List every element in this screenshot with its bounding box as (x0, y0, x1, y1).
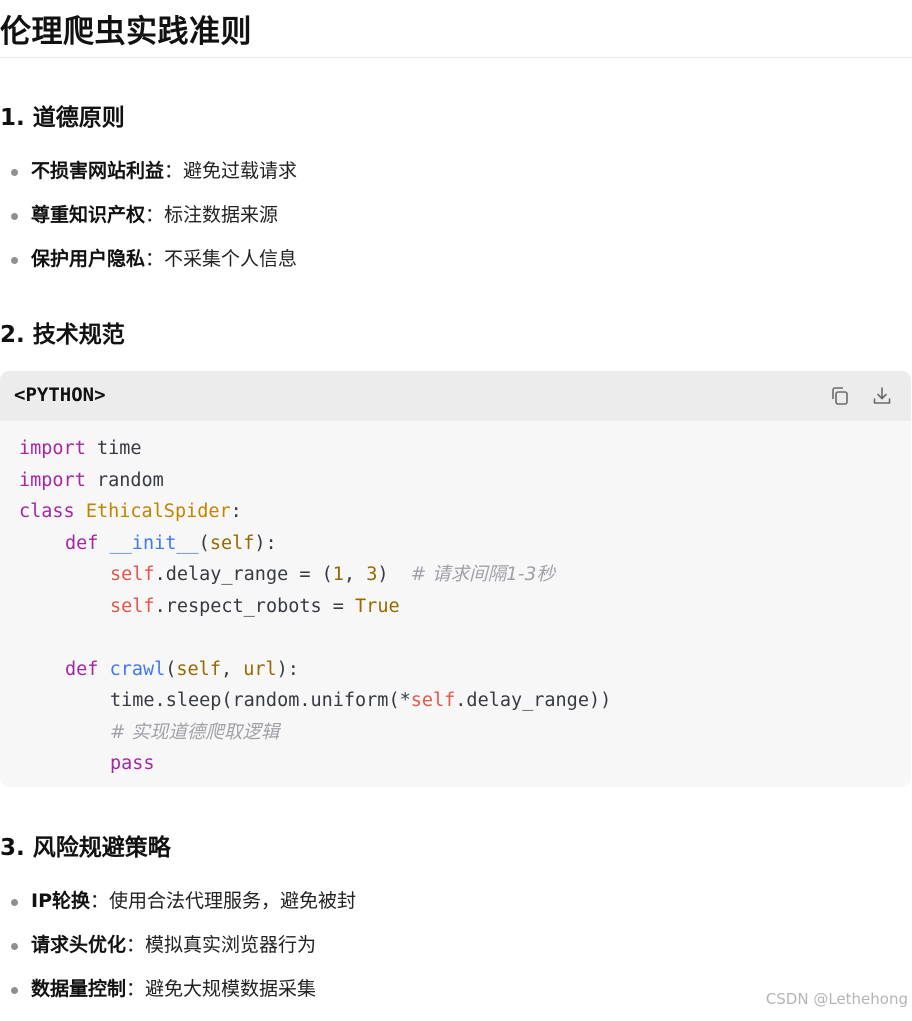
bullet-dot (11, 169, 18, 176)
code-line: import time (19, 433, 611, 465)
bullet-desc: ：避免过载请求 (164, 160, 298, 182)
code-token-keyword: pass (110, 753, 155, 774)
code-token-keyword: import (19, 469, 86, 491)
code-token-punct: ): (254, 532, 277, 554)
list-item: 数据量控制：避免大规模数据采集 (0, 977, 356, 1021)
bullet-term: 请求头优化 (31, 934, 127, 956)
code-token-function: __init__ (109, 532, 199, 554)
code-token-comment: # 请求间隔1-3秒 (410, 564, 555, 585)
code-token-plain: .delay_range)) (455, 690, 612, 711)
list-item: 不损害网站利益：避免过载请求 (0, 159, 297, 203)
code-token-keyword: def (65, 658, 99, 680)
list-item: 保护用户隐私：不采集个人信息 (0, 247, 297, 291)
bullet-desc: ：模拟真实浏览器行为 (126, 934, 317, 956)
title-divider (0, 57, 912, 58)
list-item: 尊重知识产权：标注数据来源 (0, 203, 297, 247)
code-line: self.delay_range = (1, 3) # 请求间隔1-3秒 (19, 559, 611, 591)
code-body: import time import random class EthicalSpi… (19, 433, 611, 780)
section-heading-risk: 3. 风险规避策略 (0, 835, 171, 861)
code-token-keyword: import (19, 438, 86, 459)
code-token-punct: ( (198, 532, 210, 554)
code-token-plain: time.sleep(random.uniform(* (110, 690, 411, 711)
bullet-dot (11, 213, 18, 220)
bullet-term: 数据量控制 (31, 978, 127, 1000)
code-token-self: self (110, 564, 155, 585)
code-line: def crawl(self, url): (19, 654, 611, 686)
list-item: IP轮换：使用合法代理服务，避免被封 (0, 889, 356, 933)
list-item: 请求头优化：模拟真实浏览器行为 (0, 933, 356, 977)
code-token-number: 1 (332, 564, 344, 585)
bullet-dot (11, 899, 18, 906)
page-title: 伦理爬虫实践准则 (0, 14, 252, 50)
code-header: <PYTHON> (0, 371, 911, 421)
code-token-punct: : (230, 501, 242, 522)
code-line: # 实现道德爬取逻辑 (19, 717, 611, 749)
code-token-self: self (410, 690, 456, 711)
bullet-dot (11, 257, 18, 264)
watermark: CSDN @Lethehong (765, 990, 908, 1008)
bullet-desc: ：不采集个人信息 (145, 248, 298, 270)
code-token-self: self (110, 595, 155, 617)
section-heading-ethics: 1. 道德原则 (0, 105, 125, 131)
section-heading-tech: 2. 技术规范 (0, 322, 125, 348)
copy-icon[interactable] (829, 385, 851, 407)
bullet-dot (11, 987, 18, 994)
code-token-param: self (209, 532, 255, 554)
code-token-punct: , (343, 564, 367, 585)
code-token-plain: .respect_robots = (154, 595, 356, 617)
bullet-term: 尊重知识产权 (31, 204, 146, 226)
code-token-punct: ): (276, 658, 299, 680)
code-token-boolean: True (355, 595, 400, 617)
code-line: pass (19, 748, 611, 780)
code-token-function: crawl (109, 658, 166, 680)
bullet-desc: ：避免大规模数据采集 (126, 978, 317, 1000)
code-token-param: self (176, 658, 221, 680)
code-token-number: 3 (366, 564, 378, 585)
code-line: class EthicalSpider: (19, 496, 611, 528)
code-line: time.sleep(random.uniform(*self.delay_ra… (19, 685, 611, 717)
code-language-label: <PYTHON> (14, 384, 106, 406)
ethics-list: 不损害网站利益：避免过载请求 尊重知识产权：标注数据来源 保护用户隐私：不采集个… (0, 159, 297, 291)
code-token-keyword: class (19, 501, 75, 522)
code-token-comment: # 实现道德爬取逻辑 (110, 721, 280, 743)
bullet-desc: ：使用合法代理服务，避免被封 (90, 890, 357, 912)
bullet-term: IP轮换 (31, 890, 90, 912)
code-token-plain: .delay_range = ( (154, 564, 333, 585)
code-line: self.respect_robots = True (19, 591, 611, 623)
code-token-class-name: EthicalSpider (85, 501, 231, 522)
code-token-param: url (243, 658, 277, 680)
bullet-dot (11, 943, 18, 950)
code-token-keyword: def (65, 532, 99, 554)
code-token-module: random (96, 469, 164, 491)
bullet-desc: ：标注数据来源 (145, 204, 279, 226)
code-token-punct: ( (165, 658, 177, 680)
code-token-punct: ) (377, 564, 389, 585)
code-line: import random (19, 465, 611, 497)
code-token-punct: , (220, 658, 244, 680)
code-line: def __init__(self): (19, 528, 611, 560)
bullet-term: 不损害网站利益 (31, 160, 165, 182)
code-token-module: time (96, 438, 142, 459)
code-block: <PYTHON> import time import random class E… (0, 371, 911, 787)
risk-list: IP轮换：使用合法代理服务，避免被封 请求头优化：模拟真实浏览器行为 数据量控制… (0, 889, 356, 1021)
download-icon[interactable] (871, 385, 893, 407)
bullet-term: 保护用户隐私 (31, 248, 146, 270)
